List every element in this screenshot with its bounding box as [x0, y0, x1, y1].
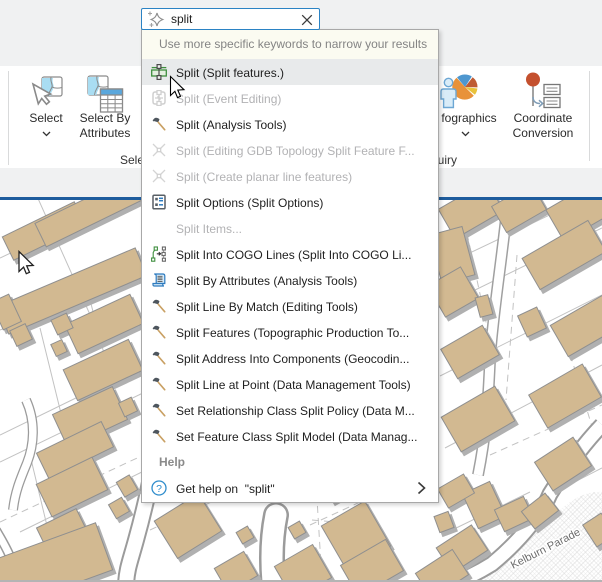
svg-text:?: ?: [156, 483, 162, 495]
